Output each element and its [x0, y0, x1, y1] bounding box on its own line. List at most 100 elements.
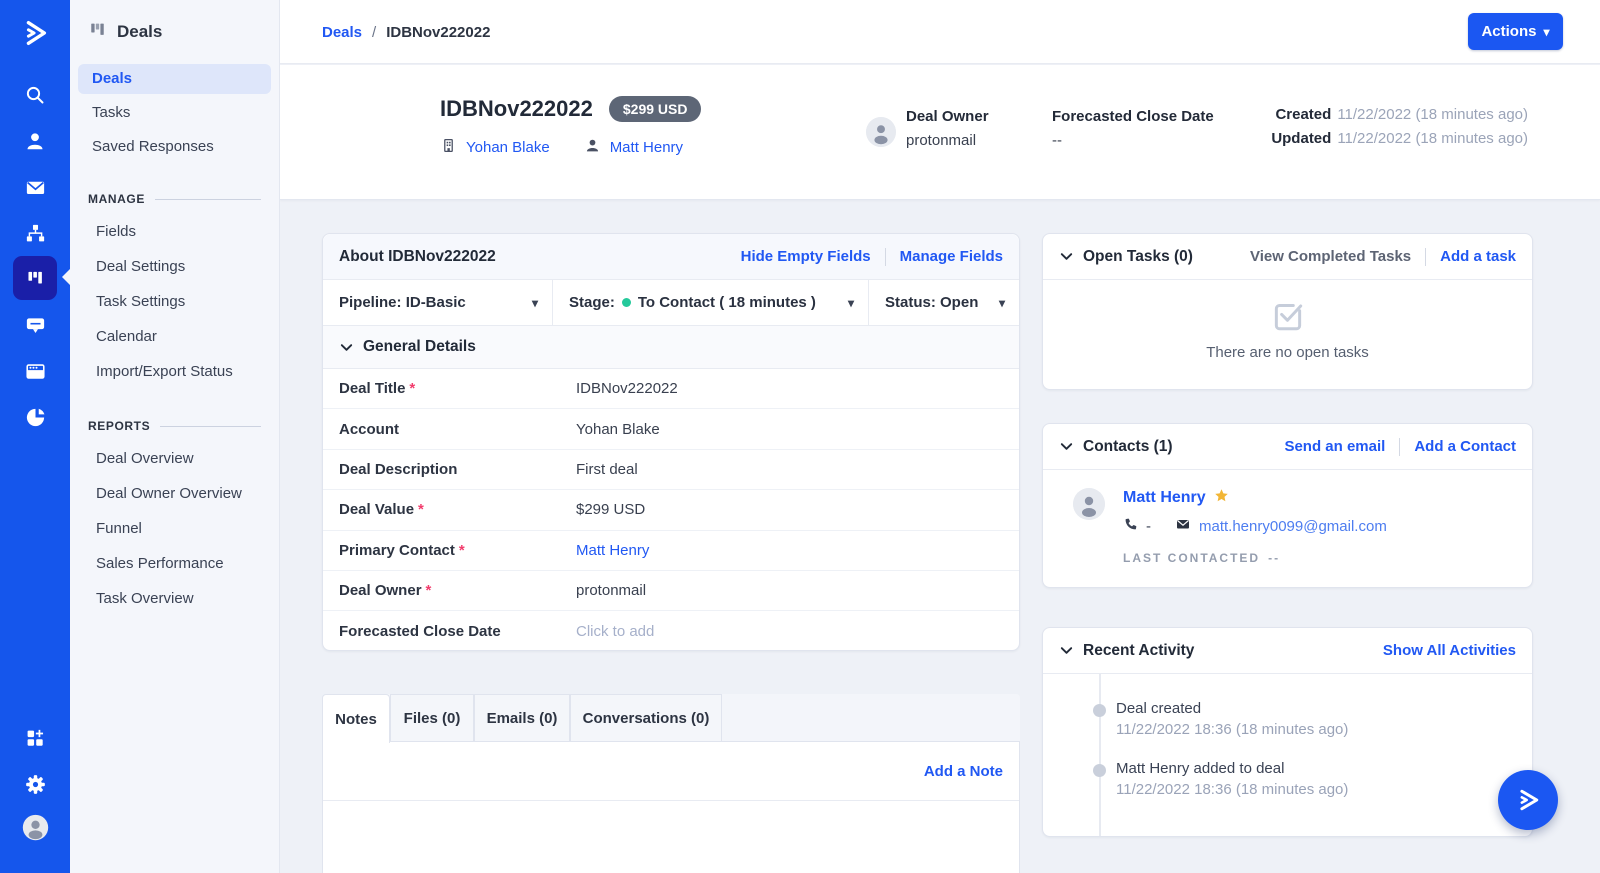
deal-account-link[interactable]: Yohan Blake: [466, 139, 550, 156]
section-divider: [160, 426, 261, 427]
add-note-row: Add a Note: [323, 742, 1019, 801]
general-details-section[interactable]: General Details: [323, 326, 1019, 369]
apps-add-icon[interactable]: [0, 721, 70, 755]
contacts-icon[interactable]: [0, 124, 70, 158]
field-value[interactable]: IDBNov222022: [576, 380, 678, 397]
hide-empty-fields-link[interactable]: Hide Empty Fields: [741, 248, 871, 265]
status-dropdown[interactable]: Status: Open ▾: [869, 280, 1019, 325]
account-avatar[interactable]: [0, 810, 70, 844]
field-value[interactable]: Yohan Blake: [576, 421, 660, 438]
field-row-deal-value: Deal Value* $299 USD: [323, 490, 1019, 530]
field-row-deal-owner: Deal Owner* protonmail: [323, 571, 1019, 611]
chevron-down-icon[interactable]: [1059, 439, 1074, 454]
sidebar-item-task-settings[interactable]: Task Settings: [70, 284, 279, 319]
recent-activity-title: Recent Activity: [1083, 642, 1194, 660]
activecampaign-logo-icon[interactable]: [0, 16, 70, 50]
campaigns-email-icon[interactable]: [0, 170, 70, 204]
sidebar-item-deal-settings[interactable]: Deal Settings: [70, 249, 279, 284]
conversations-icon[interactable]: [0, 308, 70, 342]
sidebar-item-deal-overview[interactable]: Deal Overview: [70, 441, 279, 476]
field-value-click-to-add[interactable]: Click to add: [576, 623, 654, 640]
deal-meta-dropdowns: Pipeline: ID-Basic ▾ Stage: To Contact (…: [323, 280, 1019, 326]
deal-primary-contact-link[interactable]: Matt Henry: [610, 139, 683, 156]
required-marker: *: [426, 582, 432, 599]
add-task-link[interactable]: Add a task: [1440, 248, 1516, 265]
last-contacted-value: --: [1268, 551, 1280, 565]
pipeline-label: Pipeline:: [339, 294, 402, 311]
show-all-activities-link[interactable]: Show All Activities: [1383, 642, 1516, 659]
sidebar-item-task-overview[interactable]: Task Overview: [70, 581, 279, 616]
automations-sitemap-icon[interactable]: [0, 216, 70, 250]
field-label: Deal Title: [339, 380, 405, 397]
sidebar-item-calendar[interactable]: Calendar: [70, 319, 279, 354]
contacts-title: Contacts (1): [1083, 438, 1173, 456]
add-note-link[interactable]: Add a Note: [924, 763, 1003, 780]
divider: [885, 248, 886, 266]
sidebar-item-saved-responses[interactable]: Saved Responses: [78, 132, 271, 162]
stage-value: To Contact ( 18 minutes ): [638, 294, 816, 311]
recent-activity-card: Recent Activity Show All Activities Deal…: [1042, 627, 1533, 837]
caret-down-icon: ▾: [838, 296, 854, 310]
actions-button[interactable]: Actions ▾: [1468, 13, 1563, 50]
breadcrumb-deals-link[interactable]: Deals: [322, 24, 362, 41]
breadcrumb-separator: /: [372, 24, 376, 41]
sidebar-item-sales-performance[interactable]: Sales Performance: [70, 546, 279, 581]
sidebar-item-tasks[interactable]: Tasks: [78, 98, 271, 128]
reports-pie-icon[interactable]: [0, 400, 70, 434]
created-line: Created 11/22/2022 (18 minutes ago): [1128, 106, 1528, 123]
activity-item: Matt Henry added to deal 11/22/2022 18:3…: [1116, 760, 1516, 798]
recent-activity-header: Recent Activity Show All Activities: [1043, 628, 1532, 674]
note-editor-area[interactable]: [323, 801, 1019, 873]
settings-gear-icon[interactable]: [0, 767, 70, 801]
add-a-contact-link[interactable]: Add a Contact: [1414, 438, 1516, 455]
field-row-forecasted-close-date: Forecasted Close Date Click to add: [323, 611, 1019, 651]
deal-owner-value: protonmail: [906, 132, 989, 149]
chevron-down-icon[interactable]: [1059, 249, 1074, 264]
field-row-account: Account Yohan Blake: [323, 409, 1019, 449]
sidebar-item-deals[interactable]: Deals: [78, 64, 271, 94]
tab-conversations[interactable]: Conversations (0): [570, 694, 722, 742]
star-icon[interactable]: [1214, 488, 1229, 508]
updated-value: 11/22/2022 (18 minutes ago): [1337, 130, 1528, 147]
deals-sidebar: Deals Deals Tasks Saved Responses MANAGE…: [70, 0, 280, 873]
manage-fields-link[interactable]: Manage Fields: [900, 248, 1003, 265]
tab-files[interactable]: Files (0): [390, 694, 474, 742]
search-icon[interactable]: [0, 78, 70, 112]
chevron-down-icon[interactable]: [1059, 643, 1074, 658]
contact-name-link[interactable]: Matt Henry: [1123, 489, 1206, 507]
contact-email-link[interactable]: matt.henry0099@gmail.com: [1199, 518, 1387, 535]
section-label: MANAGE: [88, 192, 145, 206]
sidebar-item-fields[interactable]: Fields: [70, 214, 279, 249]
open-tasks-body: There are no open tasks: [1043, 280, 1532, 361]
field-value[interactable]: First deal: [576, 461, 638, 478]
stage-label: Stage:: [569, 294, 615, 311]
activity-timeline: Deal created 11/22/2022 18:36 (18 minute…: [1043, 674, 1532, 837]
stage-dropdown[interactable]: Stage: To Contact ( 18 minutes ) ▾: [553, 280, 869, 325]
pipeline-value: ID-Basic: [406, 294, 466, 311]
tab-notes[interactable]: Notes: [322, 694, 390, 743]
stage-status-dot: [622, 298, 631, 307]
last-contacted-row: LAST CONTACTED --: [1123, 551, 1387, 565]
status-label: Status:: [885, 294, 936, 311]
sidebar-section-manage: MANAGE: [88, 192, 261, 206]
field-value-contact-link[interactable]: Matt Henry: [576, 542, 649, 559]
field-value[interactable]: protonmail: [576, 582, 646, 599]
caret-down-icon: ▾: [989, 296, 1005, 310]
deals-kanban-icon[interactable]: [13, 256, 57, 300]
sidebar-item-deal-owner-overview[interactable]: Deal Owner Overview: [70, 476, 279, 511]
send-an-email-link[interactable]: Send an email: [1284, 438, 1385, 455]
sidebar-item-funnel[interactable]: Funnel: [70, 511, 279, 546]
tab-emails[interactable]: Emails (0): [474, 694, 570, 742]
field-value[interactable]: $299 USD: [576, 501, 645, 518]
view-completed-tasks-link[interactable]: View Completed Tasks: [1250, 248, 1411, 265]
pipeline-dropdown[interactable]: Pipeline: ID-Basic ▾: [323, 280, 553, 325]
floating-chat-button[interactable]: [1498, 770, 1558, 830]
divider: [1425, 248, 1426, 266]
activity-text: Deal created: [1116, 700, 1516, 717]
app-root: Deals Deals Tasks Saved Responses MANAGE…: [0, 0, 1600, 873]
website-browser-icon[interactable]: [0, 354, 70, 388]
sidebar-item-import-export[interactable]: Import/Export Status: [70, 354, 279, 389]
top-bar: Deals / IDBNov222022 Actions ▾: [280, 0, 1600, 64]
open-tasks-header: Open Tasks (0) View Completed Tasks Add …: [1043, 234, 1532, 280]
phone-icon: [1123, 517, 1138, 536]
